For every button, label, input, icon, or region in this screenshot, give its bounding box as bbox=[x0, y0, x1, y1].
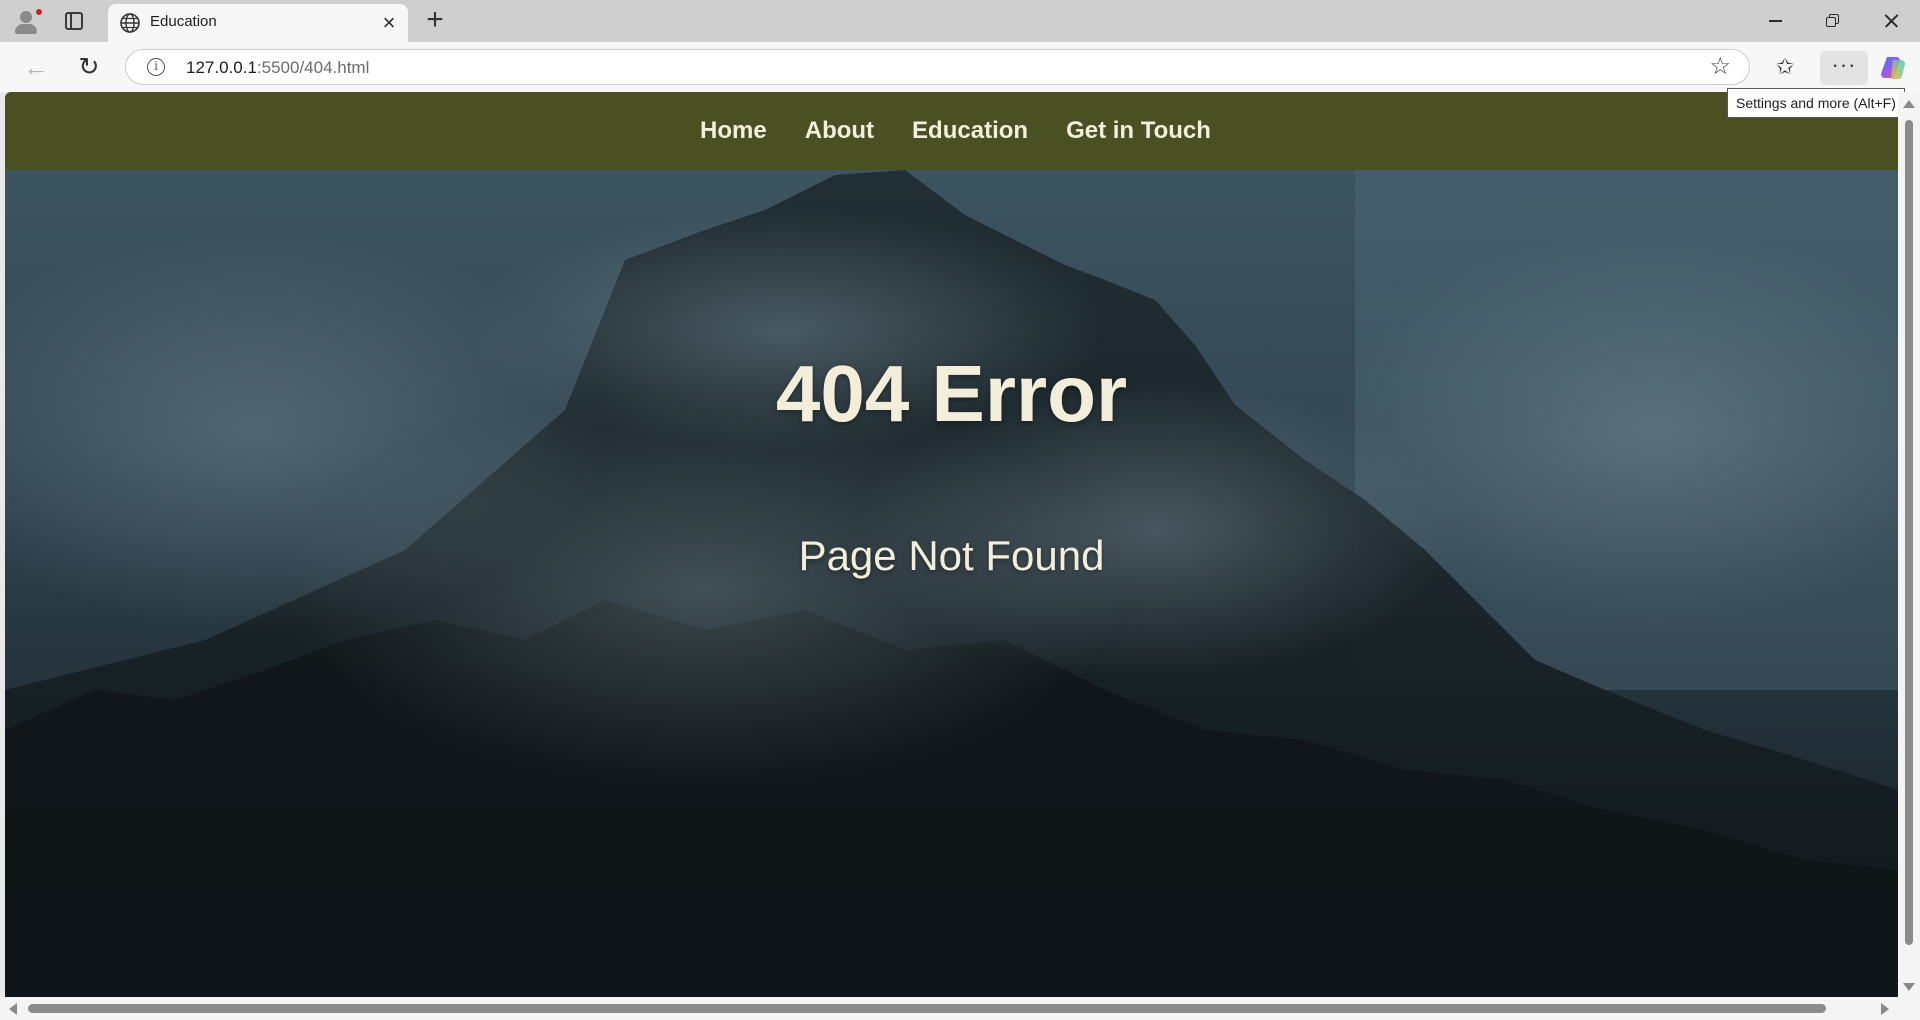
hero-section: 404 Error Page Not Found bbox=[5, 170, 1898, 997]
misty-mountain-background bbox=[5, 170, 1898, 997]
url-path: :5500/404.html bbox=[256, 58, 370, 77]
scroll-up-arrow-icon[interactable] bbox=[1903, 100, 1915, 108]
notification-dot bbox=[35, 8, 43, 16]
settings-and-more-button[interactable]: ··· bbox=[1820, 51, 1868, 85]
minimize-button[interactable] bbox=[1746, 0, 1804, 42]
nav-link-education[interactable]: Education bbox=[912, 117, 1028, 145]
globe-icon bbox=[120, 13, 140, 33]
profile-avatar-icon bbox=[20, 11, 32, 23]
window-close-button[interactable] bbox=[1862, 0, 1920, 42]
nav-link-about[interactable]: About bbox=[805, 117, 874, 145]
vertical-scrollbar[interactable] bbox=[1898, 92, 1920, 997]
settings-tooltip: Settings and more (Alt+F) bbox=[1727, 88, 1905, 118]
copilot-icon[interactable] bbox=[1879, 54, 1907, 82]
horizontal-scroll-thumb[interactable] bbox=[28, 1004, 1826, 1013]
browser-toolbar: ← ↻ i 127.0.0.1:5500/404.html ☆ ✩ ··· bbox=[0, 42, 1920, 92]
tab-strip: Education × + bbox=[0, 0, 1920, 42]
error-heading: 404 Error bbox=[775, 349, 1128, 438]
restore-button[interactable] bbox=[1804, 0, 1862, 42]
vertical-scroll-thumb[interactable] bbox=[1905, 120, 1913, 945]
new-tab-button[interactable]: + bbox=[420, 5, 450, 36]
nav-link-get-in-touch[interactable]: Get in Touch bbox=[1066, 117, 1211, 145]
tab-close-button[interactable]: × bbox=[376, 10, 402, 36]
favorites-button[interactable]: ✩ bbox=[1768, 51, 1802, 85]
scroll-down-arrow-icon[interactable] bbox=[1903, 983, 1915, 991]
horizontal-scrollbar[interactable] bbox=[0, 997, 1898, 1020]
browser-tab-active[interactable]: Education × bbox=[108, 4, 408, 42]
error-subheading: Page Not Found bbox=[798, 532, 1105, 579]
tab-actions-button[interactable] bbox=[62, 9, 86, 33]
url-host: 127.0.0.1 bbox=[186, 58, 257, 77]
site-info-icon[interactable]: i bbox=[147, 58, 165, 76]
back-button[interactable]: ← bbox=[21, 52, 51, 82]
address-bar[interactable]: i 127.0.0.1:5500/404.html ☆ bbox=[125, 49, 1750, 85]
add-favorite-star-icon[interactable]: ☆ bbox=[1709, 54, 1731, 80]
scrollbar-corner bbox=[1898, 997, 1920, 1020]
profile-button[interactable] bbox=[10, 5, 44, 37]
tab-title: Education bbox=[150, 13, 217, 30]
scroll-right-arrow-icon[interactable] bbox=[1881, 1003, 1889, 1015]
page-viewport: Home About Education Get in Touch 404 Er… bbox=[5, 92, 1898, 997]
nav-link-home[interactable]: Home bbox=[700, 117, 767, 145]
url-text[interactable]: 127.0.0.1:5500/404.html bbox=[186, 58, 369, 78]
scroll-left-arrow-icon[interactable] bbox=[9, 1003, 17, 1015]
site-navbar: Home About Education Get in Touch bbox=[5, 92, 1898, 170]
reload-button[interactable]: ↻ bbox=[74, 52, 104, 82]
